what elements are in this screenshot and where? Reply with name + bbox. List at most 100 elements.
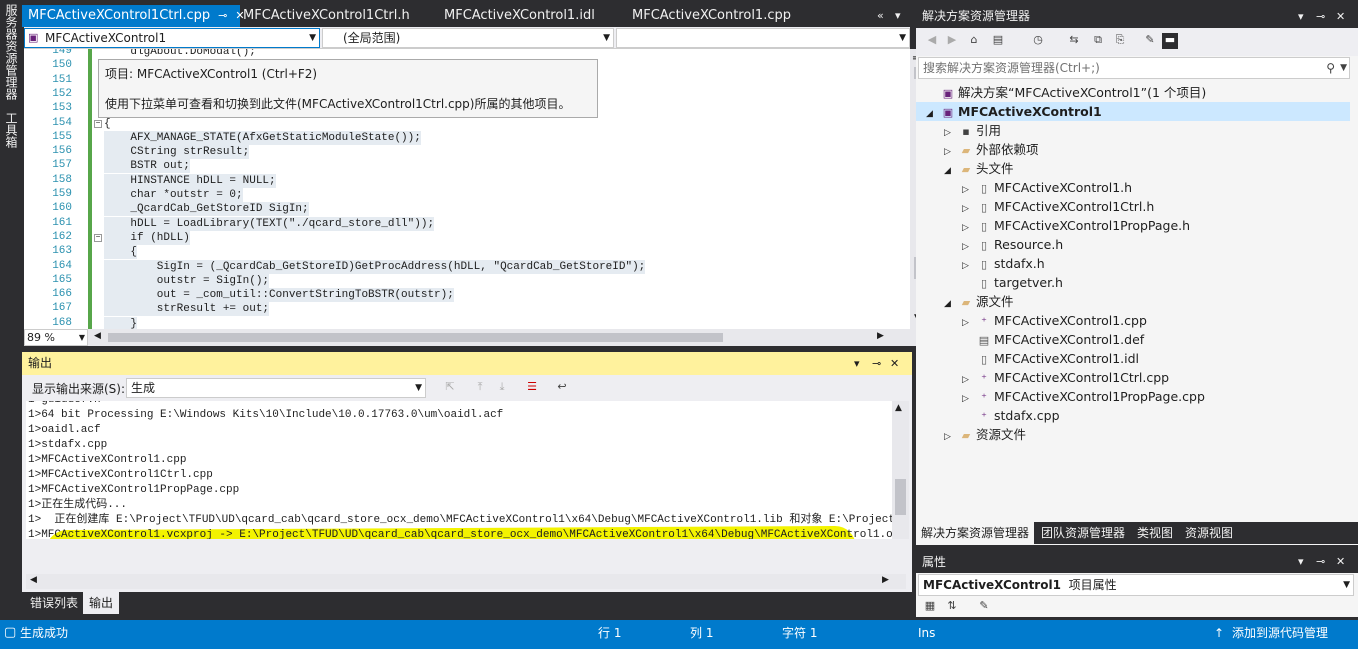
- forward-icon[interactable]: ▶: [944, 33, 960, 49]
- code-line[interactable]: _QcardCab_GetStoreID SigIn;: [104, 202, 309, 217]
- pin-icon[interactable]: ⊸: [1316, 5, 1325, 28]
- dropdown-icon[interactable]: ▾: [1298, 551, 1304, 573]
- tree-node[interactable]: ▷ ▯ stdafx.h: [916, 254, 1350, 273]
- word-wrap-icon[interactable]: ↩: [554, 380, 570, 396]
- preview-icon[interactable]: ▬: [1162, 33, 1178, 49]
- tab-resource-view[interactable]: 资源视图: [1180, 522, 1238, 544]
- add-to-source-control-button[interactable]: 添加到源代码管理: [1232, 620, 1328, 646]
- property-pages-icon[interactable]: ✎: [976, 599, 992, 615]
- tree-node[interactable]: ▷ ▯ MFCActiveXControl1PropPage.h: [916, 216, 1350, 235]
- collapse-all-icon[interactable]: ⧉: [1090, 33, 1106, 49]
- categorized-icon[interactable]: ▦: [922, 599, 938, 615]
- collapse-icon[interactable]: −: [94, 233, 102, 242]
- pending-changes-icon[interactable]: ◷: [1030, 33, 1046, 49]
- close-icon[interactable]: ✕: [1336, 5, 1345, 28]
- code-line[interactable]: }: [104, 316, 138, 329]
- code-line[interactable]: hDLL = LoadLibrary(TEXT("./qcard_store_d…: [104, 216, 435, 231]
- output-source-combo[interactable]: 生成 ▼: [126, 378, 426, 398]
- tab-team-explorer[interactable]: 团队资源管理器: [1036, 522, 1130, 544]
- cpp-file-icon: ⁺: [981, 372, 987, 385]
- show-all-files-icon[interactable]: ⎘: [1112, 33, 1128, 49]
- output-horizontal-scrollbar[interactable]: ◀ ▶: [26, 574, 906, 589]
- project-combo[interactable]: ▣ MFCActiveXControl1 ▼: [24, 28, 320, 48]
- scroll-thumb[interactable]: [895, 479, 906, 515]
- pin-icon[interactable]: ⊸: [872, 352, 881, 375]
- find-message-icon[interactable]: ⇱: [442, 380, 458, 396]
- code-line[interactable]: outstr = SigIn();: [104, 273, 270, 288]
- output-vertical-scrollbar[interactable]: ▲: [892, 401, 909, 539]
- close-icon[interactable]: ✕: [890, 352, 899, 375]
- tree-node[interactable]: ▷ ▪ 引用: [916, 121, 1350, 140]
- tree-node[interactable]: ▤ MFCActiveXControl1.def: [916, 330, 1350, 349]
- tab-output[interactable]: 输出: [83, 592, 120, 614]
- scroll-thumb[interactable]: [108, 333, 723, 342]
- tree-node[interactable]: ◢ ▰ 头文件: [916, 159, 1350, 178]
- tree-node[interactable]: ⁺ stdafx.cpp: [916, 406, 1350, 425]
- code-line[interactable]: char *outstr = 0;: [104, 188, 243, 202]
- tree-node[interactable]: ▷ ▯ MFCActiveXControl1.h: [916, 178, 1350, 197]
- expand-arrow-icon[interactable]: ▷: [944, 428, 958, 447]
- go-previous-icon[interactable]: ⤒: [472, 380, 488, 396]
- code-line[interactable]: {: [104, 117, 111, 131]
- tree-node[interactable]: ▷ ⁺ MFCActiveXControl1PropPage.cpp: [916, 387, 1350, 406]
- properties-icon[interactable]: ✎: [1142, 33, 1158, 49]
- tree-node[interactable]: ▷ ▰ 资源文件: [916, 425, 1350, 444]
- scroll-left-icon[interactable]: ◀: [30, 575, 37, 585]
- tab-class-view[interactable]: 类视图: [1132, 522, 1178, 544]
- code-line[interactable]: SigIn = (_QcardCab_GetStoreID)GetProcAdd…: [104, 259, 646, 274]
- pin-icon[interactable]: ⊸: [218, 5, 227, 27]
- scope-combo[interactable]: (全局范围) ▼: [322, 28, 614, 48]
- tab-solution-explorer[interactable]: 解决方案资源管理器: [916, 522, 1035, 544]
- tree-node[interactable]: ▷ ▯ MFCActiveXControl1Ctrl.h: [916, 197, 1350, 216]
- sync-icon[interactable]: ⇆: [1066, 33, 1082, 49]
- code-line[interactable]: dlgAbout.DoModal();: [104, 49, 255, 59]
- tree-node[interactable]: ▷ ▰ 外部依赖项: [916, 140, 1350, 159]
- tree-node[interactable]: ▷ ⁺ MFCActiveXControl1Ctrl.cpp: [916, 368, 1350, 387]
- scroll-right-icon[interactable]: ▶: [877, 331, 884, 341]
- home-icon[interactable]: ⌂: [966, 33, 982, 49]
- go-next-icon[interactable]: ⤓: [494, 380, 510, 396]
- tab-error-list[interactable]: 错误列表: [24, 592, 84, 614]
- code-line[interactable]: HINSTANCE hDLL = NULL;: [104, 173, 276, 188]
- code-line[interactable]: out = _com_util::ConvertStringToBSTR(out…: [104, 288, 454, 303]
- tree-node[interactable]: ◢ ▣ MFCActiveXControl1: [916, 102, 1350, 121]
- tree-node[interactable]: ◢ ▰ 源文件: [916, 292, 1350, 311]
- back-icon[interactable]: ◀: [924, 33, 940, 49]
- pin-icon[interactable]: ⊸: [1316, 551, 1325, 573]
- toolbox-tab[interactable]: 工具箱: [3, 112, 20, 148]
- scroll-up-icon[interactable]: ▲: [895, 403, 902, 413]
- member-combo[interactable]: ▼: [616, 28, 910, 48]
- clear-all-icon[interactable]: ☰: [524, 380, 540, 396]
- code-line[interactable]: CString strResult;: [104, 145, 250, 160]
- dropdown-icon[interactable]: ▾: [1298, 5, 1304, 28]
- code-line[interactable]: if (hDLL): [104, 230, 190, 245]
- tab-ctrl-cpp[interactable]: MFCActiveXControl1Ctrl.cpp ⊸ ✕: [22, 5, 245, 27]
- switch-views-icon[interactable]: ▤: [990, 33, 1006, 49]
- solution-search-input[interactable]: 搜索解决方案资源管理器(Ctrl+;) ⚲ ▼: [918, 57, 1350, 79]
- zoom-combo[interactable]: 89 % ▼: [24, 329, 88, 346]
- code-line[interactable]: {: [104, 245, 138, 260]
- tree-node[interactable]: ▯ MFCActiveXControl1.idl: [916, 349, 1350, 368]
- collapse-icon[interactable]: −: [94, 119, 102, 128]
- tree-node[interactable]: ▣ 解决方案“MFCActiveXControl1”(1 个项目): [916, 83, 1350, 102]
- tab-dropdown-icon[interactable]: ▾: [895, 9, 901, 22]
- scroll-right-icon[interactable]: ▶: [882, 575, 889, 585]
- tree-node[interactable]: ▷ ⁺ MFCActiveXControl1.cpp: [916, 311, 1350, 330]
- tab-overflow-icon[interactable]: «: [877, 9, 884, 22]
- dropdown-icon[interactable]: ▾: [854, 352, 860, 375]
- editor-horizontal-scrollbar[interactable]: 89 % ▼ ◀ ▶: [24, 329, 929, 346]
- output-text[interactable]: 1>guiddef.h1>64 bit Processing E:\Window…: [26, 401, 892, 539]
- code-line[interactable]: strResult += out;: [104, 302, 270, 317]
- tab-idl[interactable]: MFCActiveXControl1.idl: [438, 5, 595, 27]
- tree-node[interactable]: ▷ ▯ Resource.h: [916, 235, 1350, 254]
- close-icon[interactable]: ✕: [1336, 551, 1345, 573]
- tab-control-cpp[interactable]: MFCActiveXControl1.cpp: [626, 5, 791, 27]
- tab-ctrl-h[interactable]: MFCActiveXControl1Ctrl.h: [237, 5, 410, 27]
- code-line[interactable]: BSTR out;: [104, 159, 190, 174]
- properties-object-selector[interactable]: MFCActiveXControl1 项目属性 ▼: [918, 574, 1354, 596]
- server-explorer-tab[interactable]: 服务器资源管理器: [3, 4, 20, 100]
- scroll-left-icon[interactable]: ◀: [94, 331, 101, 341]
- code-line[interactable]: AFX_MANAGE_STATE(AfxGetStaticModuleState…: [104, 130, 421, 145]
- tree-node[interactable]: ▯ targetver.h: [916, 273, 1350, 292]
- alphabetical-icon[interactable]: ⇅: [944, 599, 960, 615]
